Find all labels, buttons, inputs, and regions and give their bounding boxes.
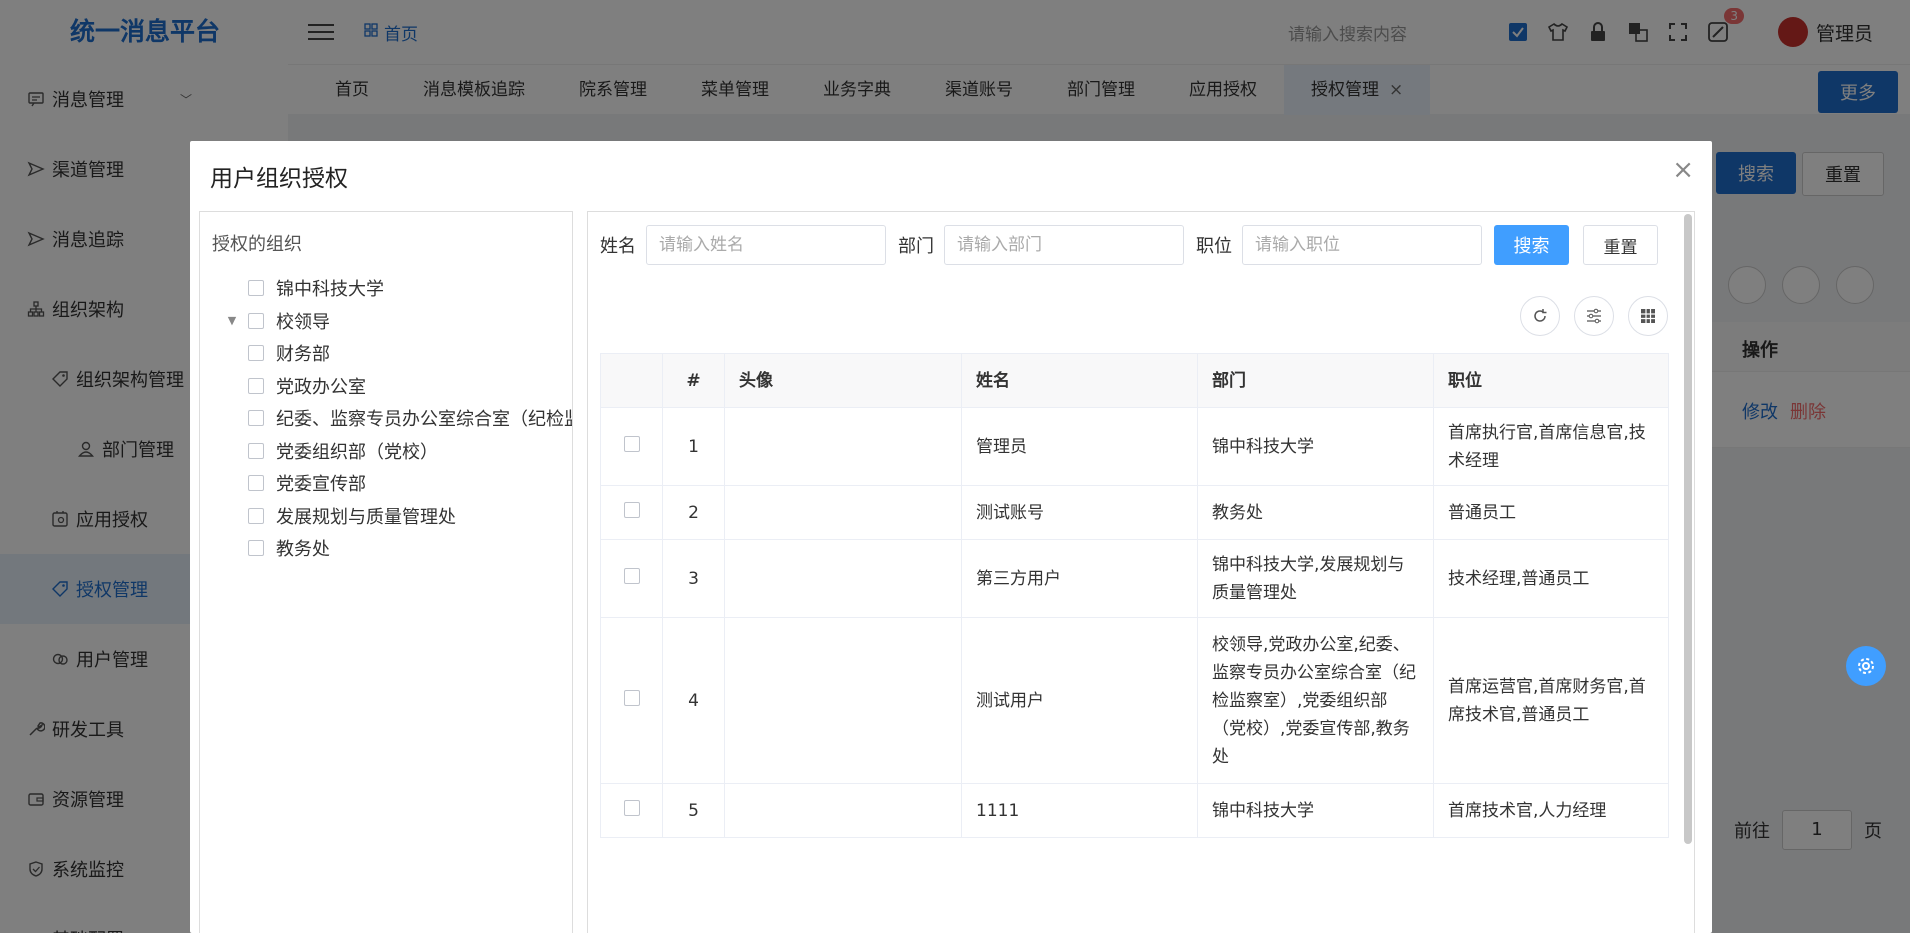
index-header: #: [662, 353, 725, 408]
row-avatar: [724, 539, 962, 618]
tree-node-label: 财务部: [276, 344, 330, 366]
tree-node[interactable]: 党委宣传部: [200, 467, 572, 500]
tree-node[interactable]: 纪委、监察专员办公室综合室（纪检监察室）: [200, 402, 572, 435]
row-dept: 锦中科技大学,发展规划与质量管理处: [1197, 539, 1434, 618]
row-index: 4: [662, 617, 725, 784]
dialog-title: 用户组织授权: [210, 166, 348, 192]
row-name: 第三方用户: [961, 539, 1198, 618]
row-name: 管理员: [961, 407, 1198, 486]
row-avatar: [724, 617, 962, 784]
select-all-header[interactable]: [600, 353, 663, 408]
tree-checkbox[interactable]: [248, 507, 264, 524]
org-panel-title: 授权的组织: [212, 234, 302, 255]
row-select-cell[interactable]: [600, 783, 663, 838]
tree-node[interactable]: 党委组织部（党校）: [200, 435, 572, 468]
columns-grid-icon[interactable]: [1628, 296, 1668, 336]
tree-node-label: 党委组织部（党校）: [276, 441, 438, 463]
row-position: 首席技术官,人力经理: [1433, 783, 1669, 838]
row-name: 1111: [961, 783, 1198, 838]
tree-node[interactable]: 财务部: [200, 337, 572, 370]
avatar-header: 头像: [724, 353, 962, 408]
filter-form: 姓名 请输入姓名 部门 请输入部门 职位 请输入职位 搜索 重置: [600, 225, 1658, 265]
tree-checkbox[interactable]: [248, 377, 264, 394]
table-header-row: # 头像 姓名 部门 职位: [600, 353, 1669, 408]
tree-node[interactable]: 锦中科技大学: [200, 272, 572, 305]
tree-checkbox[interactable]: [248, 540, 264, 557]
tree-node[interactable]: ▼ 校领导: [200, 305, 572, 338]
org-tree-panel: 授权的组织 锦中科技大学 ▼ 校领导财务部党政办公室纪委、监察专员办公室综合室（纪检…: [199, 211, 573, 933]
tree-node-label: 校领导: [276, 311, 330, 333]
tree-checkbox[interactable]: [248, 410, 264, 427]
tree-checkbox[interactable]: [248, 312, 264, 329]
scrollbar[interactable]: [1684, 214, 1692, 844]
position-header: 职位: [1433, 353, 1669, 408]
position-label: 职位: [1196, 236, 1232, 257]
position-input[interactable]: 请输入职位: [1242, 225, 1482, 265]
table-tools: [1520, 296, 1668, 336]
row-dept: 教务处: [1197, 485, 1434, 540]
name-header: 姓名: [961, 353, 1198, 408]
row-select-cell[interactable]: [600, 485, 663, 540]
user-table: # 头像 姓名 部门 职位 1 管理员 锦中科技大学 首席执行官,首席信息官,技术经理…: [600, 353, 1669, 838]
row-name: 测试账号: [961, 485, 1198, 540]
tree-node[interactable]: 教务处: [200, 532, 572, 565]
table-row[interactable]: 2 测试账号 教务处 普通员工: [600, 485, 1669, 540]
row-dept: 校领导,党政办公室,纪委、监察专员办公室综合室（纪检监察室）,党委组织部（党校）…: [1197, 617, 1434, 784]
row-avatar: [724, 485, 962, 540]
row-checkbox[interactable]: [623, 435, 640, 452]
name-label: 姓名: [600, 236, 636, 257]
close-icon[interactable]: ×: [1672, 155, 1694, 185]
user-table-panel: 姓名 请输入姓名 部门 请输入部门 职位 请输入职位 搜索 重置 # 头像 姓名…: [587, 211, 1695, 933]
tree-node-label: 纪委、监察专员办公室综合室（纪检监察室）: [276, 409, 572, 431]
tree-node-label: 发展规划与质量管理处: [276, 506, 456, 528]
row-avatar: [724, 783, 962, 838]
tree-node[interactable]: 党政办公室: [200, 370, 572, 403]
refresh-icon[interactable]: [1520, 296, 1560, 336]
row-select-cell[interactable]: [600, 539, 663, 618]
tree-node-label: 党委宣传部: [276, 474, 366, 496]
settings-gear-icon[interactable]: [1846, 646, 1886, 686]
row-checkbox[interactable]: [623, 799, 640, 816]
tree-checkbox[interactable]: [248, 442, 264, 459]
tree-node-label: 党政办公室: [276, 376, 366, 398]
dept-input[interactable]: 请输入部门: [944, 225, 1184, 265]
row-checkbox[interactable]: [623, 689, 640, 706]
caret-down-icon[interactable]: ▼: [224, 314, 240, 327]
table-row[interactable]: 3 第三方用户 锦中科技大学,发展规划与质量管理处 技术经理,普通员工: [600, 539, 1669, 618]
row-avatar: [724, 407, 962, 486]
row-select-cell[interactable]: [600, 617, 663, 784]
row-dept: 锦中科技大学: [1197, 783, 1434, 838]
filter-settings-icon[interactable]: [1574, 296, 1614, 336]
dept-header: 部门: [1197, 353, 1434, 408]
row-position: 普通员工: [1433, 485, 1669, 540]
table-row[interactable]: 5 1111 锦中科技大学 首席技术官,人力经理: [600, 783, 1669, 838]
row-position: 技术经理,普通员工: [1433, 539, 1669, 618]
tree-node-label: 教务处: [276, 539, 330, 561]
row-index: 2: [662, 485, 725, 540]
name-input[interactable]: 请输入姓名: [646, 225, 886, 265]
tree-checkbox[interactable]: [248, 280, 264, 297]
row-index: 1: [662, 407, 725, 486]
row-checkbox[interactable]: [623, 501, 640, 518]
dept-label: 部门: [898, 236, 934, 257]
row-index: 5: [662, 783, 725, 838]
tree-node[interactable]: 发展规划与质量管理处: [200, 500, 572, 533]
row-position: 首席执行官,首席信息官,技术经理: [1433, 407, 1669, 486]
tree-node-label: 锦中科技大学: [276, 279, 384, 301]
row-dept: 锦中科技大学: [1197, 407, 1434, 486]
row-select-cell[interactable]: [600, 407, 663, 486]
table-row[interactable]: 1 管理员 锦中科技大学 首席执行官,首席信息官,技术经理: [600, 407, 1669, 486]
row-position: 首席运营官,首席财务官,首席技术官,普通员工: [1433, 617, 1669, 784]
org-tree: 锦中科技大学 ▼ 校领导财务部党政办公室纪委、监察专员办公室综合室（纪检监察室） 党委…: [200, 272, 572, 565]
user-org-auth-dialog: 用户组织授权 × 授权的组织 锦中科技大学 ▼ 校领导财务部党政办公室纪委、监察专员…: [190, 141, 1712, 933]
row-name: 测试用户: [961, 617, 1198, 784]
reset-button[interactable]: 重置: [1583, 225, 1658, 265]
table-row[interactable]: 4 测试用户 校领导,党政办公室,纪委、监察专员办公室综合室（纪检监察室）,党委组织…: [600, 617, 1669, 784]
row-checkbox[interactable]: [623, 567, 640, 584]
tree-checkbox[interactable]: [248, 345, 264, 362]
search-button[interactable]: 搜索: [1494, 225, 1569, 265]
row-index: 3: [662, 539, 725, 618]
tree-checkbox[interactable]: [248, 475, 264, 492]
